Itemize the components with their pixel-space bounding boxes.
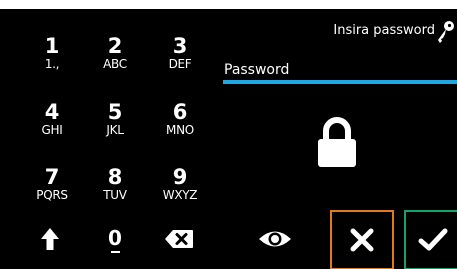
key-5[interactable]: 5 JKL: [87, 101, 143, 137]
key-letters: MNO: [166, 123, 194, 137]
key-letters: ABC: [103, 57, 127, 71]
key-letters: DEF: [168, 57, 192, 71]
key-3[interactable]: 3 DEF: [152, 35, 208, 71]
key-7[interactable]: 7 PQRS: [24, 166, 80, 202]
key-digit: 5: [107, 100, 123, 124]
key-2[interactable]: 2 ABC: [87, 35, 143, 71]
key-digit: 0: [108, 226, 122, 250]
key-6[interactable]: 6 MNO: [152, 101, 208, 137]
key-letters: 1.,: [44, 57, 60, 71]
key-8[interactable]: 8 TUV: [87, 166, 143, 202]
key-digit: 6: [172, 100, 188, 124]
key-digit: 1: [44, 34, 60, 58]
shift-arrow-up-icon: [41, 228, 59, 250]
lock-icon: [318, 117, 356, 167]
show-password-button[interactable]: [249, 223, 301, 255]
key-1[interactable]: 1 1.,: [24, 35, 80, 71]
key-letters: PQRS: [36, 188, 68, 202]
key-digit: 4: [44, 100, 60, 124]
key-digit: 2: [107, 34, 123, 58]
key-4[interactable]: 4 GHI: [24, 101, 80, 137]
password-field-label: Password: [224, 62, 290, 78]
checkmark-icon: [418, 228, 448, 251]
password-input-underline[interactable]: [223, 80, 457, 84]
password-keypad-screen: 1 1., 2 ABC 3 DEF 4 GHI 5 JKL 6 MNO 7 PQ…: [0, 9, 457, 269]
key-digit: 3: [172, 34, 188, 58]
key-digit: 7: [44, 165, 60, 189]
cursor-underline: [110, 251, 120, 253]
eye-icon: [259, 231, 291, 247]
shift-key[interactable]: [30, 221, 70, 257]
confirm-button[interactable]: [404, 210, 457, 269]
prompt-text: Insira password: [333, 23, 435, 38]
backspace-icon: [165, 230, 193, 248]
key-letters: TUV: [103, 188, 127, 202]
key-letters: JKL: [106, 123, 124, 137]
key-icon: [438, 21, 454, 43]
cancel-button[interactable]: [330, 210, 394, 269]
key-9[interactable]: 9 WXYZ: [152, 166, 208, 202]
x-icon: [350, 228, 374, 252]
key-digit: 9: [172, 165, 188, 189]
key-letters: GHI: [41, 123, 63, 137]
key-0[interactable]: 0: [93, 219, 137, 261]
key-digit: 8: [107, 165, 123, 189]
backspace-key[interactable]: [157, 224, 201, 254]
key-letters: WXYZ: [162, 188, 198, 202]
